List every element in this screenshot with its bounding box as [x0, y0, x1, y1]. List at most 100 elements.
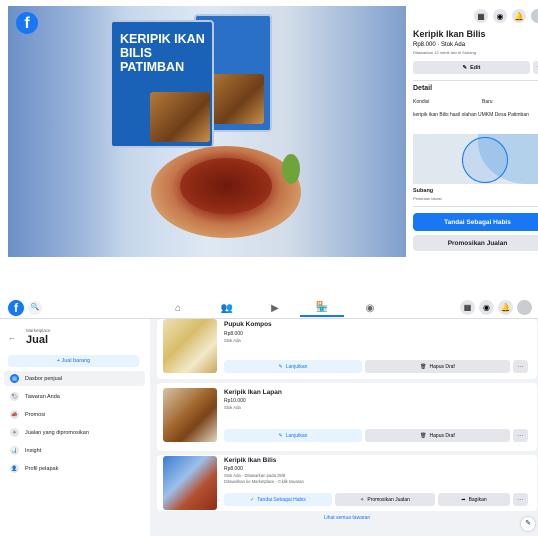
sidebar-title: Jual — [26, 334, 49, 346]
more-options-button[interactable]: ··· — [513, 360, 528, 373]
lime — [282, 154, 300, 184]
pencil-icon: ✎ — [462, 64, 468, 71]
share-button[interactable]: ➦ Bagikan — [438, 493, 510, 506]
button-label: Tandai Sebagai Habis — [257, 496, 306, 503]
nav-right-icons: ▦ ◉ 🔔 — [460, 300, 532, 315]
location-note: Perkiraan lokasi — [413, 196, 442, 201]
grid-icon[interactable]: ▦ — [460, 300, 475, 315]
listing-thumbnail[interactable] — [163, 456, 217, 510]
add-listing-button[interactable]: + Jual barang — [8, 355, 139, 367]
listing-status: Stok Ada · Ditawarkan pada 29/8 — [224, 473, 286, 478]
friends-icon: 👥 — [220, 302, 234, 314]
trash-icon: 🗑 — [420, 432, 427, 439]
grid-icon[interactable]: ▦ — [474, 9, 488, 23]
button-label: Hapus Draf — [429, 363, 455, 370]
profile-icon[interactable] — [531, 9, 538, 23]
tab-marketplace[interactable]: 🏪 — [300, 299, 344, 317]
sidebar-item-promotions[interactable]: 📣 Promosi — [4, 407, 145, 422]
listing-card: Keripik Ikan Bilis Rp8.000 Stok Ada · Di… — [157, 455, 537, 511]
sidebar-item-insights[interactable]: 📊 Insight — [4, 443, 145, 458]
sidebar-item-label: Dasbor penjual — [25, 375, 62, 382]
sidebar-item-seller-profile[interactable]: 👤 Profil pelapak — [4, 461, 145, 476]
dashboard-icon: ▤ — [10, 374, 19, 383]
person-icon: 👤 — [10, 464, 19, 473]
listing-status-detail: Ditawarkan ke Marketplace · 0 klik tawar… — [224, 479, 304, 484]
listing-thumbnail[interactable] — [163, 319, 217, 373]
sidebar-item-your-listings[interactable]: 🏷 Tawaran Anda — [4, 389, 145, 404]
approximate-location-circle — [462, 137, 508, 183]
more-options-button[interactable]: ··· — [513, 429, 528, 442]
sidebar-item-seller-dashboard[interactable]: ▤ Dasbor penjual — [4, 371, 145, 386]
megaphone-icon: 📣 — [10, 410, 19, 419]
promote-listing-button[interactable]: ✧ Promosikan Jualan — [335, 493, 435, 506]
top-navbar: f 🔍 ⌂ 👥 ▶ 🏪 ◉ ▦ ◉ 🔔 — [0, 297, 538, 319]
more-options-button[interactable]: ··· — [533, 61, 538, 74]
edit-label: Edit — [470, 64, 481, 71]
condition-value: Baru — [482, 99, 493, 105]
listing-title: Keripik Ikan Bilis — [413, 29, 486, 39]
button-label: Lanjutkan — [285, 432, 308, 439]
tab-groups[interactable]: ◉ — [348, 299, 392, 317]
button-label: Promosikan Jualan — [367, 496, 410, 503]
groups-icon: ◉ — [365, 302, 375, 314]
button-label: Hapus Draf — [429, 432, 455, 439]
listing-detail-view: f KERIPIK IKAN BILIS PATIMBAN ▦ ◉ 🔔 Keri… — [0, 0, 538, 262]
tab-friends[interactable]: 👥 — [205, 299, 249, 317]
see-all-listings-link[interactable]: Lihat semua tawaran — [157, 515, 537, 521]
pencil-icon: ✎ — [278, 432, 283, 439]
check-icon: ✓ — [250, 496, 255, 503]
watch-icon: ▶ — [271, 302, 279, 314]
promote-listing-button[interactable]: Promosikan Jualan — [413, 235, 538, 251]
back-arrow-icon[interactable]: ← — [8, 333, 16, 342]
listing-status: Stok Ada — [224, 338, 241, 343]
listing-name[interactable]: Keripik Ikan Lapan — [224, 389, 282, 396]
sidebar-item-label: Insight — [25, 447, 42, 454]
listing-description: keripik ikan Bilis hasil olahan UMKM Des… — [413, 112, 529, 118]
continue-button[interactable]: ✎ Lanjutkan — [224, 429, 362, 442]
listing-thumbnail[interactable] — [163, 388, 217, 442]
facebook-logo-icon[interactable]: f — [16, 12, 38, 34]
facebook-logo-icon[interactable]: f — [8, 300, 24, 316]
messenger-icon[interactable]: ◉ — [493, 9, 507, 23]
divider — [413, 80, 538, 81]
mark-as-sold-button[interactable]: Tandai Sebagai Habis — [413, 213, 538, 231]
location-city: Subang — [413, 188, 434, 194]
continue-button[interactable]: ✎ Lanjutkan — [224, 360, 362, 373]
sidebar-item-label: Jualan yang dipromosikan — [25, 429, 89, 436]
tab-watch[interactable]: ▶ — [253, 299, 297, 317]
bell-icon[interactable]: 🔔 — [498, 300, 513, 315]
search-icon[interactable]: 🔍 — [28, 301, 42, 315]
compose-icon[interactable]: ✎ — [521, 517, 535, 531]
messenger-icon[interactable]: ◉ — [479, 300, 494, 315]
share-icon: ➦ — [461, 496, 466, 503]
listings-content: Pupuk Kompos Rp8.000 Stok Ada ✎ Lanjutka… — [150, 319, 538, 536]
mark-as-sold-button[interactable]: ✓ Tandai Sebagai Habis — [224, 493, 332, 506]
delete-draft-button[interactable]: 🗑 Hapus Draf — [365, 360, 510, 373]
home-icon: ⌂ — [174, 302, 182, 314]
sidebar-item-label: Profil pelapak — [25, 465, 59, 472]
listing-photo[interactable]: f KERIPIK IKAN BILIS PATIMBAN — [8, 6, 406, 257]
sidebar-item-label: Promosi — [25, 411, 46, 418]
listing-detail-panel: ▦ ◉ 🔔 Keripik Ikan Bilis Rp8.000 · Stok … — [406, 0, 538, 262]
sparkle-icon: ✧ — [10, 428, 19, 437]
more-options-button[interactable]: ··· — [513, 493, 528, 506]
location-map[interactable] — [413, 134, 538, 184]
listing-price-stock: Rp8.000 · Stok Ada — [413, 42, 466, 48]
avatar[interactable] — [517, 300, 532, 315]
listing-name[interactable]: Keripik Ikan Bilis — [224, 457, 276, 464]
top-icon-bar: ▦ ◉ 🔔 — [474, 9, 538, 23]
detail-heading: Detail — [413, 85, 433, 92]
edit-button[interactable]: ✎ Edit — [413, 61, 530, 74]
bell-icon[interactable]: 🔔 — [512, 9, 526, 23]
sidebar-item-promoted-listings[interactable]: ✧ Jualan yang dipromosikan — [4, 425, 145, 440]
sambal-sauce — [180, 158, 272, 214]
button-label: Lanjutkan — [285, 363, 308, 370]
bag-window — [206, 74, 264, 124]
tab-home[interactable]: ⌂ — [156, 299, 200, 317]
listing-price: Rp10.000 — [224, 398, 246, 404]
product-bag-front: KERIPIK IKAN BILIS PATIMBAN — [110, 20, 214, 148]
listing-name[interactable]: Pupuk Kompos — [224, 321, 272, 328]
tag-icon: 🏷 — [10, 392, 19, 401]
delete-draft-button[interactable]: 🗑 Hapus Draf — [365, 429, 510, 442]
sidebar-subtitle[interactable]: Marketplace — [26, 328, 51, 333]
